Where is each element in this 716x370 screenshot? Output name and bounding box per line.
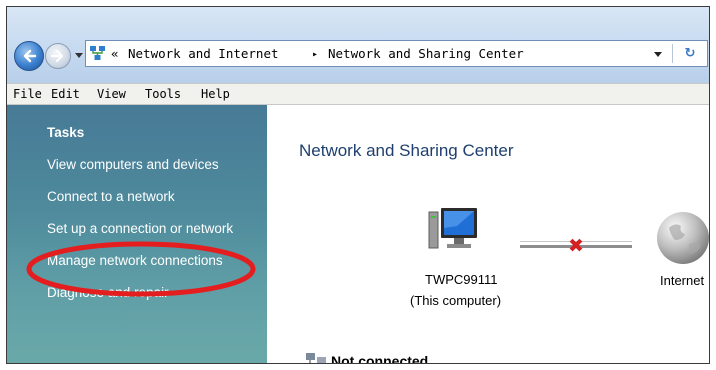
address-divider bbox=[672, 44, 673, 63]
menu-bar: File Edit View Tools Help bbox=[7, 83, 709, 105]
computer-icon[interactable] bbox=[427, 206, 479, 256]
refresh-icon[interactable]: ↻ bbox=[680, 45, 700, 63]
back-arrow-icon bbox=[23, 49, 37, 63]
internet-label: Internet bbox=[660, 273, 705, 288]
address-bar[interactable]: « Network and Internet ▸ Network and Sha… bbox=[85, 40, 708, 67]
computer-name-label: TWPC99111 bbox=[425, 272, 498, 287]
explorer-window: « Network and Internet ▸ Network and Sha… bbox=[6, 6, 710, 364]
disconnected-x-icon[interactable]: ✖ bbox=[568, 235, 584, 257]
navigation-bar: « Network and Internet ▸ Network and Sha… bbox=[7, 7, 709, 83]
breadcrumb-separator[interactable]: ▸ bbox=[312, 49, 318, 60]
task-view-computers[interactable]: View computers and devices bbox=[47, 157, 219, 172]
forward-arrow-icon bbox=[50, 49, 64, 63]
tasks-heading: Tasks bbox=[47, 125, 85, 140]
main-content: Network and Sharing Center ✖ TWPC99111 (… bbox=[267, 105, 710, 364]
highlight-ellipse bbox=[26, 241, 256, 297]
tasks-pane: Tasks View computers and devices Connect… bbox=[7, 105, 267, 363]
back-button[interactable] bbox=[14, 41, 44, 71]
network-status-icon bbox=[306, 353, 326, 363]
forward-button[interactable] bbox=[45, 43, 71, 69]
menu-help[interactable]: Help bbox=[201, 87, 230, 101]
task-set-up-connection[interactable]: Set up a connection or network bbox=[47, 221, 233, 236]
connection-status: Not connected bbox=[331, 353, 429, 364]
menu-view[interactable]: View bbox=[97, 87, 126, 101]
page-title: Network and Sharing Center bbox=[299, 141, 514, 160]
menu-file[interactable]: File bbox=[13, 87, 42, 101]
internet-globe-icon[interactable] bbox=[655, 210, 710, 266]
this-computer-label: (This computer) bbox=[410, 293, 502, 308]
breadcrumb-network-and-internet[interactable]: Network and Internet bbox=[128, 46, 279, 61]
address-dropdown-icon[interactable] bbox=[654, 52, 662, 57]
menu-tools[interactable]: Tools bbox=[145, 87, 181, 101]
breadcrumb-prefix[interactable]: « bbox=[111, 46, 119, 61]
task-connect-to-network[interactable]: Connect to a network bbox=[47, 189, 175, 204]
menu-edit[interactable]: Edit bbox=[51, 87, 80, 101]
breadcrumb-network-and-sharing-center[interactable]: Network and Sharing Center bbox=[328, 46, 524, 61]
recent-pages-dropdown-icon[interactable] bbox=[75, 53, 83, 58]
network-icon bbox=[90, 46, 105, 60]
